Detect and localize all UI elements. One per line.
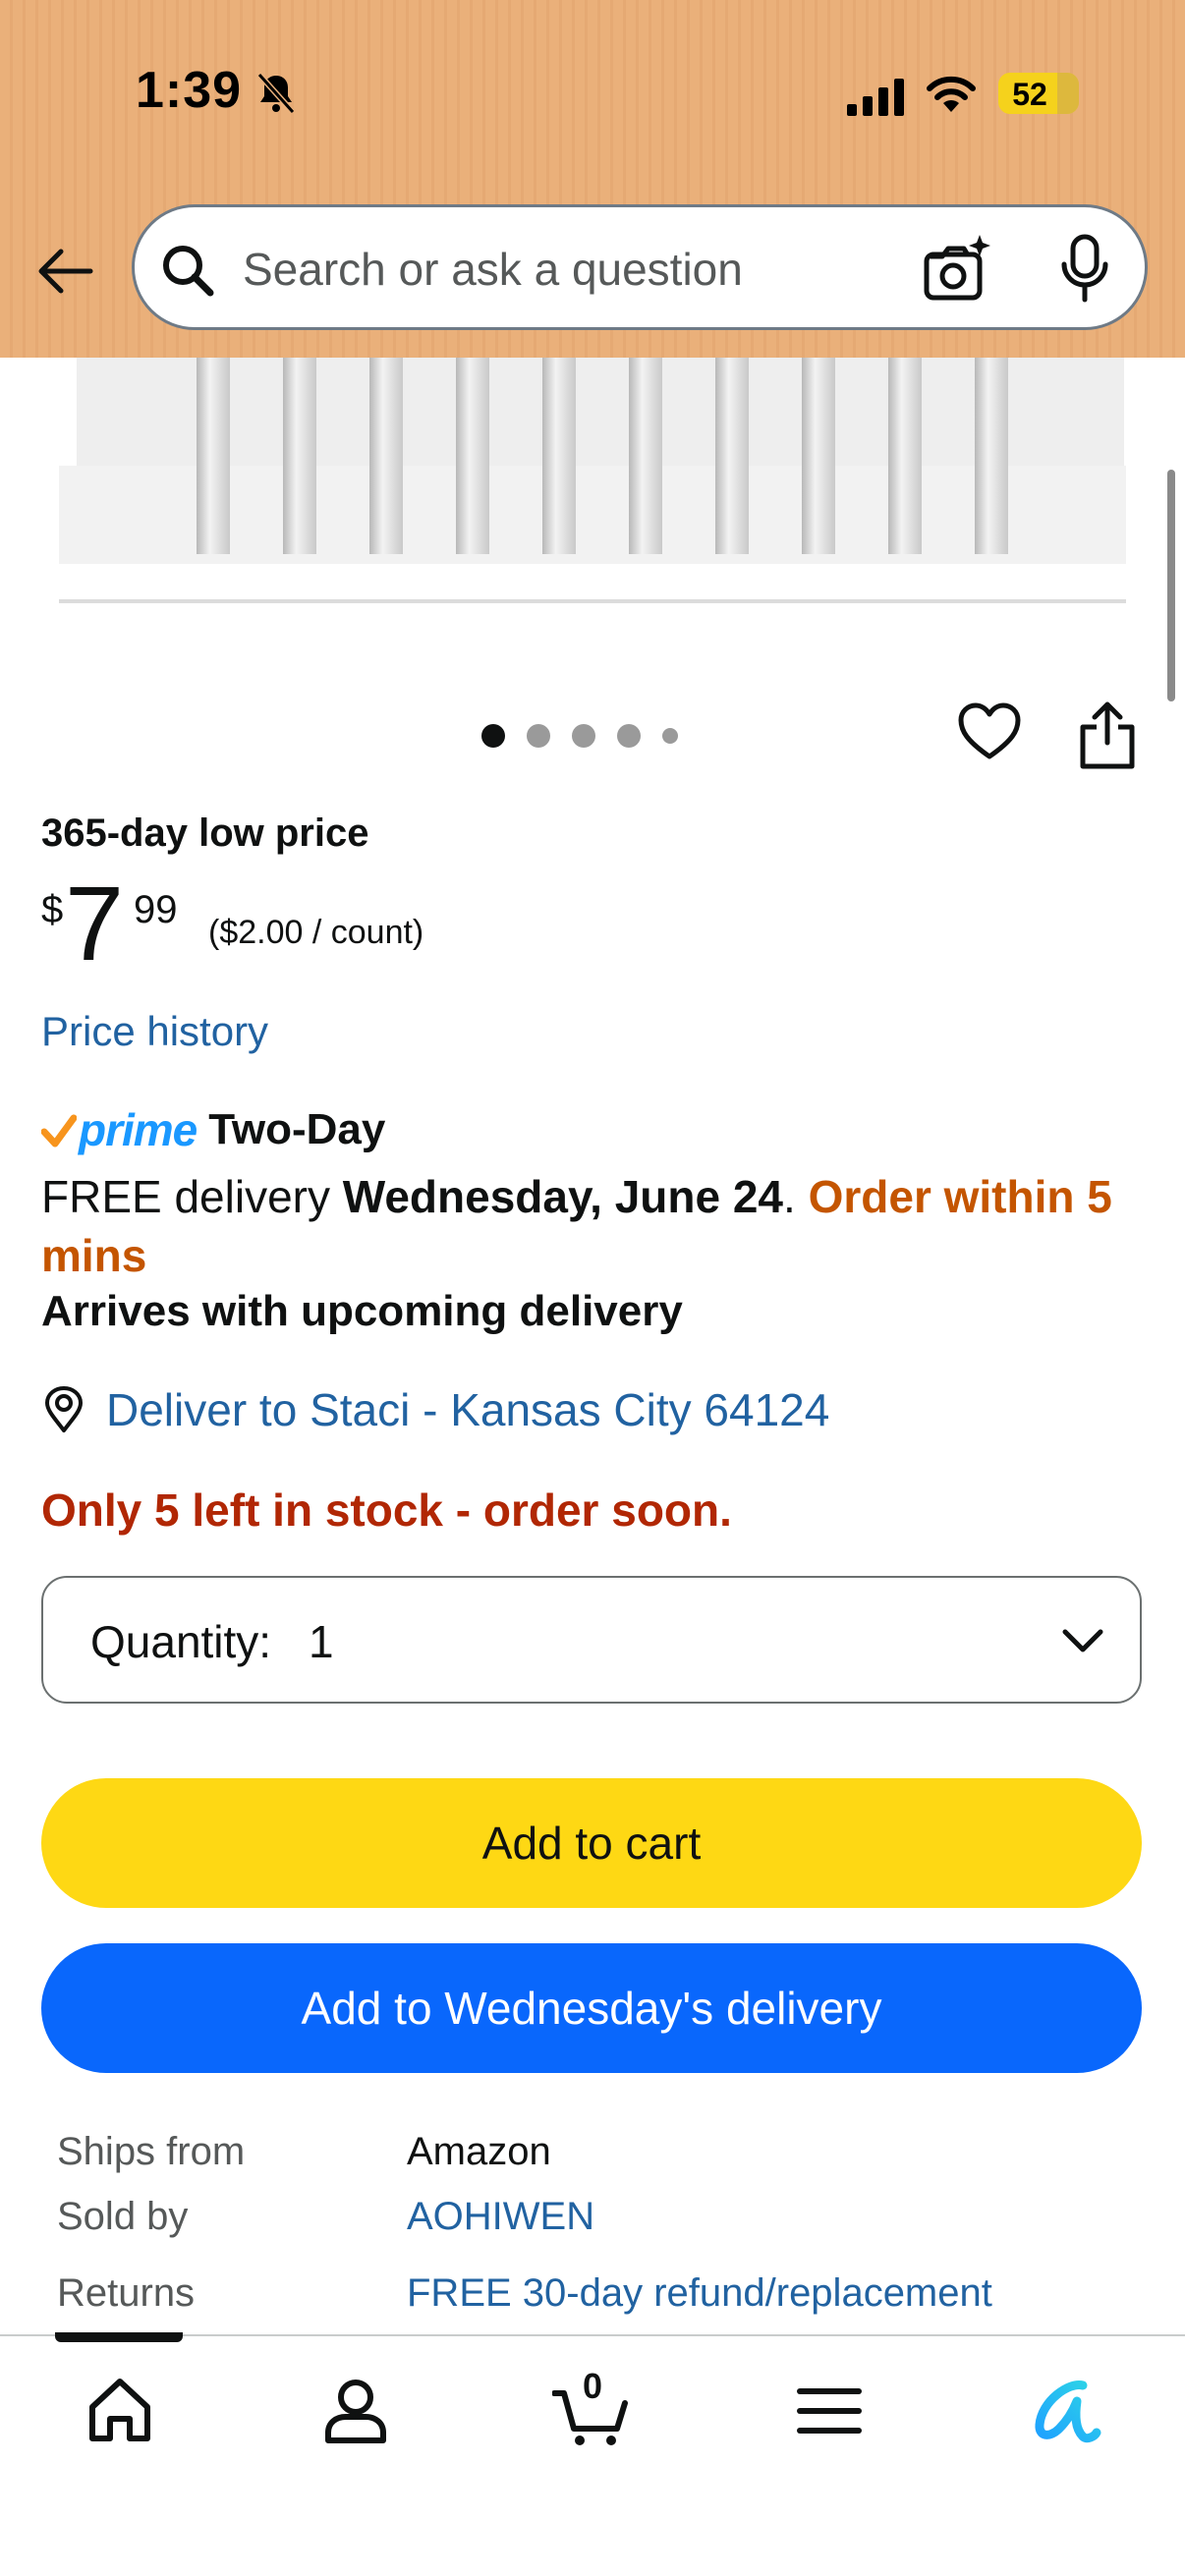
add-to-delivery-button[interactable]: Add to Wednesday's delivery	[41, 1943, 1142, 2073]
home-icon[interactable]	[81, 2372, 159, 2450]
prime-badge: prime Two-Day	[41, 1102, 385, 1157]
status-bar: 1:39 52	[0, 0, 1185, 187]
carousel-dots[interactable]	[481, 723, 678, 749]
add-to-cart-button[interactable]: Add to cart	[41, 1778, 1142, 1908]
info-key: Sold by	[57, 2195, 189, 2238]
info-key: Returns	[57, 2271, 196, 2315]
rufus-ai-icon[interactable]	[1026, 2372, 1104, 2450]
info-value: Amazon	[407, 2130, 551, 2173]
cart-nav[interactable]: 0	[552, 2366, 631, 2450]
product-image[interactable]	[59, 358, 1126, 603]
carousel-dot[interactable]	[617, 724, 641, 748]
deliver-to-link[interactable]: Deliver to Staci - Kansas City 64124	[106, 1383, 829, 1436]
signal-icon	[847, 79, 904, 116]
seller-link[interactable]: AOHIWEN	[407, 2195, 594, 2239]
active-tab-indicator	[55, 2332, 183, 2342]
delivery-period: .	[783, 1171, 809, 1222]
wifi-icon	[927, 76, 976, 112]
info-row-returns: Returns FREE 30-day refund/replacement	[57, 2271, 1157, 2330]
price-fraction: 99	[134, 888, 178, 931]
prime-speed: Two-Day	[208, 1105, 386, 1153]
location-pin-icon[interactable]	[41, 1385, 86, 1434]
deal-label: 365-day low price	[41, 812, 369, 855]
scrollbar[interactable]	[1167, 470, 1175, 701]
price-whole: 7	[65, 864, 125, 982]
stock-warning: Only 5 left in stock - order soon.	[41, 1484, 732, 1536]
quantity-select[interactable]: Quantity: 1	[41, 1576, 1142, 1704]
info-row-ships-from: Ships from Amazon	[57, 2130, 1157, 2189]
search-input[interactable]	[243, 235, 891, 304]
price-history-link[interactable]: Price history	[41, 1008, 268, 1055]
carousel-dot[interactable]	[572, 724, 595, 748]
info-key: Ships from	[57, 2130, 246, 2173]
returns-link[interactable]: FREE 30-day refund/replacement	[407, 2271, 992, 2316]
camera-lens-icon[interactable]	[921, 233, 993, 306]
price-symbol: $	[41, 888, 64, 931]
cart-count: 0	[582, 2366, 603, 2406]
status-time: 1:39	[136, 62, 243, 119]
account-icon[interactable]	[316, 2372, 395, 2450]
microphone-icon[interactable]	[1056, 233, 1113, 306]
battery-indicator: 52	[998, 73, 1079, 114]
quantity-value: 1	[309, 1616, 334, 1667]
battery-level: 52	[1012, 77, 1047, 112]
app-header: 1:39 52	[0, 0, 1185, 358]
carousel-dot[interactable]	[527, 724, 550, 748]
bell-slash-icon	[256, 72, 296, 115]
back-arrow-icon[interactable]	[33, 240, 96, 303]
menu-icon[interactable]	[790, 2372, 869, 2450]
heart-icon[interactable]	[957, 701, 1022, 762]
chevron-down-icon	[1062, 1629, 1103, 1652]
carousel-dot[interactable]	[662, 728, 678, 744]
delivery-estimate: FREE delivery Wednesday, June 24. Order …	[41, 1167, 1152, 1285]
delivery-prefix: FREE delivery	[41, 1171, 343, 1222]
bottom-nav-bar: 0	[0, 2334, 1185, 2576]
delivery-date: Wednesday, June 24	[342, 1171, 784, 1222]
carousel-dot[interactable]	[481, 724, 505, 748]
prime-check-icon	[41, 1114, 77, 1148]
search-icon	[163, 246, 214, 297]
arrives-note: Arrives with upcoming delivery	[41, 1287, 683, 1335]
prime-logo-text: prime	[79, 1104, 198, 1155]
info-row-sold-by: Sold by AOHIWEN	[57, 2195, 1157, 2254]
share-icon[interactable]	[1077, 700, 1138, 770]
quantity-label: Quantity:	[90, 1616, 272, 1667]
unit-price: ($2.00 / count)	[208, 914, 424, 951]
search-bar[interactable]	[132, 204, 1148, 330]
